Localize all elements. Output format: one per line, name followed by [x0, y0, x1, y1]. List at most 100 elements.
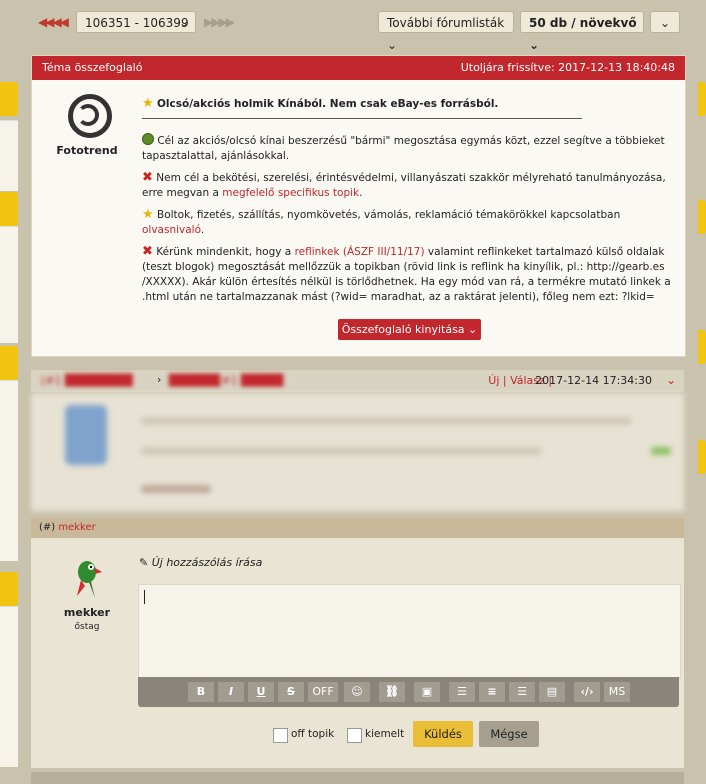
user-avatar: [65, 405, 107, 465]
right-gutter: [686, 0, 706, 784]
forum-lists-label: További fórumlisták: [387, 16, 505, 30]
composer-username[interactable]: mekker: [51, 606, 123, 619]
composer-rank: őstag: [74, 622, 100, 632]
post-datetime: 2017-12-14 17:34:30: [535, 374, 652, 387]
forum-lists-button[interactable]: További fórumlisták ⌄: [378, 11, 514, 52]
sort-label: 50 db / növekvő: [529, 16, 637, 30]
left-panel-strip: [0, 380, 18, 561]
underline-label: U: [256, 685, 266, 698]
expand-summary-button[interactable]: Összefoglaló kinyitása ⌄: [338, 319, 481, 340]
star-icon: ★: [142, 207, 154, 222]
left-panel-strip: [0, 226, 18, 343]
align-right-button[interactable]: ☰: [509, 682, 535, 702]
send-label: Küldés: [424, 727, 462, 741]
summary-author[interactable]: Fototrend: [48, 144, 126, 157]
green-dot-icon: [142, 133, 154, 145]
chevron-down-icon[interactable]: ⌄: [666, 373, 676, 387]
summary-paragraph-end: .: [359, 187, 363, 199]
code-button[interactable]: ‹/›: [574, 682, 600, 702]
new-comment-label: Új hozzászólás írása: [151, 556, 263, 569]
reply-username-link[interactable]: mekker: [58, 522, 95, 533]
offtopic-label: off topik: [291, 728, 335, 740]
post-number-label: #1: [45, 374, 62, 387]
reply-to-label: #1: [221, 374, 238, 387]
reading-link[interactable]: olvasnivaló: [142, 224, 201, 236]
format-toolbar: B I U S OFF ☺ ⛓ ▣ ☰ ≡ ☰ ▤ ‹/› MS: [138, 677, 679, 707]
chevron-down-icon: ⌄: [529, 38, 540, 52]
off-label: OFF: [312, 685, 334, 698]
right-tab[interactable]: [698, 200, 706, 234]
ms-label: MS: [608, 685, 626, 698]
more-button[interactable]: ⌄: [650, 11, 680, 33]
summary-paragraph-end: .: [200, 224, 205, 236]
reflink-rules-link[interactable]: reflinkek (ÁSZF III/11/17): [295, 246, 425, 258]
topic-summary: Téma összefoglaló Utoljára frissítve: 20…: [31, 55, 686, 357]
link-button[interactable]: ⛓: [379, 682, 405, 702]
specific-topic-link[interactable]: megfelelő specifikus topik: [222, 187, 359, 199]
range-label: 106351 - 106399: [85, 16, 189, 30]
left-tab[interactable]: [0, 572, 18, 606]
parrot-avatar[interactable]: [69, 556, 105, 600]
post-body-blurred: [31, 393, 684, 511]
cancel-button[interactable]: Mégse: [479, 721, 539, 747]
right-tab[interactable]: [698, 330, 706, 364]
send-button[interactable]: Küldés: [413, 721, 473, 747]
strike-button[interactable]: S: [278, 682, 304, 702]
summary-body: ★ Olcsó/akciós holmik Kínából. Nem csak …: [142, 96, 677, 311]
expand-summary-label: Összefoglaló kinyitása: [341, 323, 465, 336]
justify-button[interactable]: ▤: [539, 682, 565, 702]
pencil-icon: ✎: [139, 556, 149, 569]
chevron-down-icon: ⌄: [468, 323, 478, 336]
chevron-down-icon: ⌄: [387, 38, 398, 52]
right-tab[interactable]: [698, 440, 706, 474]
chevron-down-icon: ⌄: [178, 16, 189, 30]
align-left-icon: ☰: [457, 685, 467, 698]
emoji-button[interactable]: ☺: [344, 682, 370, 702]
bold-button[interactable]: B: [188, 682, 214, 702]
next-last-arrows-icon[interactable]: ▶▶▶▶: [204, 15, 235, 29]
smiley-icon: ☺: [351, 685, 363, 698]
offtopic-checkbox[interactable]: [273, 728, 288, 743]
italic-button[interactable]: I: [218, 682, 244, 702]
summary-paragraph: Boltok, fizetés, szállítás, nyomkövetés,…: [157, 209, 621, 221]
last-updated: Utoljára frissítve: 2017-12-13 18:40:48: [460, 61, 675, 74]
link-icon: ⛓: [385, 685, 399, 698]
italic-label: I: [228, 685, 234, 698]
topic-title: Olcsó/akciós holmik Kínából. Nem csak eB…: [157, 98, 499, 110]
off-button[interactable]: OFF: [308, 682, 338, 702]
blurred-line: [141, 417, 631, 425]
highlight-checkbox[interactable]: [347, 728, 362, 743]
range-select[interactable]: 106351 - 106399 ⌄: [76, 11, 196, 33]
new-link[interactable]: Új: [488, 374, 499, 387]
left-tab[interactable]: [0, 82, 18, 116]
left-tab[interactable]: [0, 192, 18, 226]
ms-button[interactable]: MS: [604, 682, 630, 702]
blurred-line: [141, 485, 211, 493]
blurred-line: [141, 447, 541, 455]
left-tab[interactable]: [0, 346, 18, 380]
highlight-label: kiemelt: [365, 728, 405, 740]
arrow-right-icon: ›: [157, 373, 162, 386]
underline-button[interactable]: U: [248, 682, 274, 702]
align-right-icon: ☰: [517, 685, 527, 698]
fototrend-avatar[interactable]: [68, 94, 112, 138]
first-prev-arrows-icon[interactable]: ◀◀◀◀: [38, 15, 69, 29]
new-comment-title: ✎ Új hozzászólás írása: [139, 556, 262, 569]
align-left-button[interactable]: ☰: [449, 682, 475, 702]
bold-label: B: [196, 685, 206, 698]
summary-paragraph: Cél az akciós/olcsó kínai beszerzésű "bá…: [142, 135, 665, 162]
image-button[interactable]: ▣: [414, 682, 440, 702]
chevron-down-icon: ⌄: [659, 16, 671, 30]
right-tab[interactable]: [698, 82, 706, 116]
strike-label: S: [287, 685, 295, 698]
star-icon: ★: [142, 96, 154, 111]
post-number[interactable]: (#1 ████████: [41, 374, 133, 387]
comment-textarea[interactable]: [138, 584, 681, 678]
justify-icon: ▤: [546, 685, 558, 698]
align-center-button[interactable]: ≡: [479, 682, 505, 702]
reply-to[interactable]: (#1 █████: [217, 374, 283, 387]
post-user[interactable]: ██████: [169, 374, 220, 387]
reply-header: (#) mekker: [31, 518, 684, 538]
sort-select[interactable]: 50 db / növekvő ⌄: [520, 11, 644, 52]
blurred-line: [651, 447, 671, 455]
